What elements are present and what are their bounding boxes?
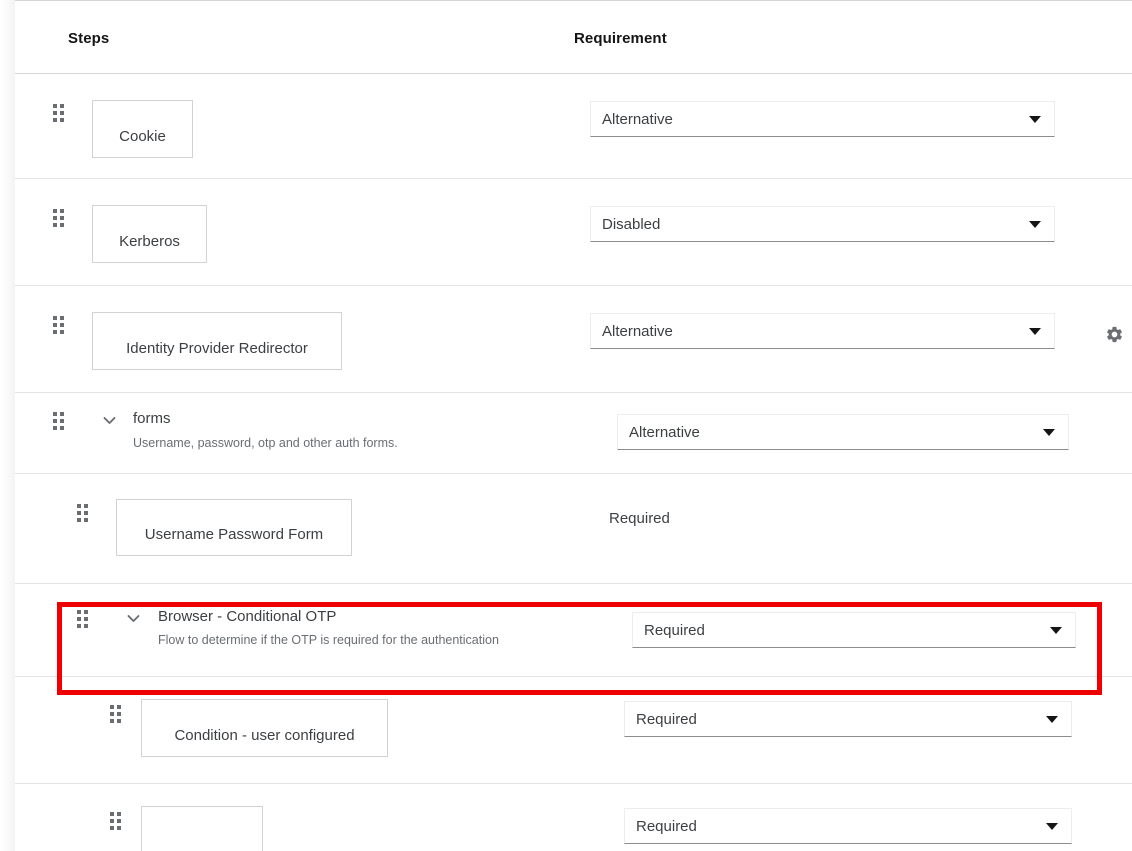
caret-down-icon [1043, 429, 1055, 436]
requirement-value: Required [625, 818, 1046, 835]
requirement-select[interactable]: Required [624, 701, 1072, 737]
caret-down-icon [1029, 221, 1041, 228]
requirement-select[interactable]: Alternative [590, 313, 1055, 349]
table-row: Required [15, 784, 1132, 851]
drag-handle-icon[interactable] [53, 412, 64, 429]
caret-down-icon [1029, 116, 1041, 123]
requirement-value: Alternative [591, 323, 1029, 340]
chevron-down-icon[interactable] [126, 611, 140, 625]
drag-handle-icon[interactable] [77, 504, 88, 521]
requirement-value: Required [625, 711, 1046, 728]
flow-description: Username, password, otp and other auth f… [133, 436, 398, 450]
table-row: Condition - user configured Required [15, 677, 1132, 784]
requirement-select[interactable]: Required [624, 808, 1072, 844]
table-row: Username Password Form Required [15, 474, 1132, 584]
step-label: Cookie [119, 128, 166, 145]
step-label: Username Password Form [145, 526, 323, 543]
step-box[interactable]: Cookie [92, 100, 193, 158]
flow-title: Browser - Conditional OTP [158, 608, 336, 625]
requirement-static-text: Required [609, 510, 670, 527]
drag-handle-icon[interactable] [53, 104, 64, 121]
requirement-value: Alternative [618, 424, 1043, 441]
flow-table-panel: Steps Requirement Cookie Alternative [15, 0, 1132, 851]
caret-down-icon [1050, 627, 1062, 634]
column-header-requirement: Requirement [574, 30, 667, 47]
requirement-select[interactable]: Required [632, 612, 1076, 648]
drag-handle-icon[interactable] [77, 610, 88, 627]
requirement-value: Required [633, 622, 1050, 639]
flow-title: forms [133, 410, 171, 427]
requirement-select[interactable]: Alternative [590, 101, 1055, 137]
drag-handle-icon[interactable] [53, 209, 64, 226]
step-label: Kerberos [119, 233, 180, 250]
requirement-select[interactable]: Alternative [617, 414, 1069, 450]
drag-handle-icon[interactable] [110, 705, 121, 722]
step-box[interactable]: Identity Provider Redirector [92, 312, 342, 370]
caret-down-icon [1046, 823, 1058, 830]
caret-down-icon [1046, 716, 1058, 723]
flow-description: Flow to determine if the OTP is required… [158, 633, 499, 647]
requirement-select[interactable]: Disabled [590, 206, 1055, 242]
caret-down-icon [1029, 328, 1041, 335]
step-label: Condition - user configured [174, 727, 354, 744]
step-box[interactable]: Kerberos [92, 205, 207, 263]
drag-handle-icon[interactable] [53, 316, 64, 333]
table-row: Kerberos Disabled [15, 179, 1132, 286]
drag-handle-icon[interactable] [110, 812, 121, 829]
table-header: Steps Requirement [15, 0, 1132, 74]
authentication-flow-page: Steps Requirement Cookie Alternative [0, 0, 1132, 851]
requirement-value: Disabled [591, 216, 1029, 233]
panel-left-edge [0, 0, 15, 851]
table-row: Browser - Conditional OTP Flow to determ… [15, 584, 1132, 677]
step-box[interactable]: Username Password Form [116, 499, 352, 556]
table-row: forms Username, password, otp and other … [15, 393, 1132, 474]
gear-icon[interactable] [1103, 323, 1125, 345]
step-box[interactable] [141, 806, 263, 851]
column-header-steps: Steps [68, 30, 109, 47]
requirement-value: Alternative [591, 111, 1029, 128]
step-box[interactable]: Condition - user configured [141, 699, 388, 757]
table-row: Identity Provider Redirector Alternative [15, 286, 1132, 393]
table-row: Cookie Alternative [15, 74, 1132, 179]
chevron-down-icon[interactable] [102, 413, 116, 427]
step-label: Identity Provider Redirector [126, 340, 308, 357]
